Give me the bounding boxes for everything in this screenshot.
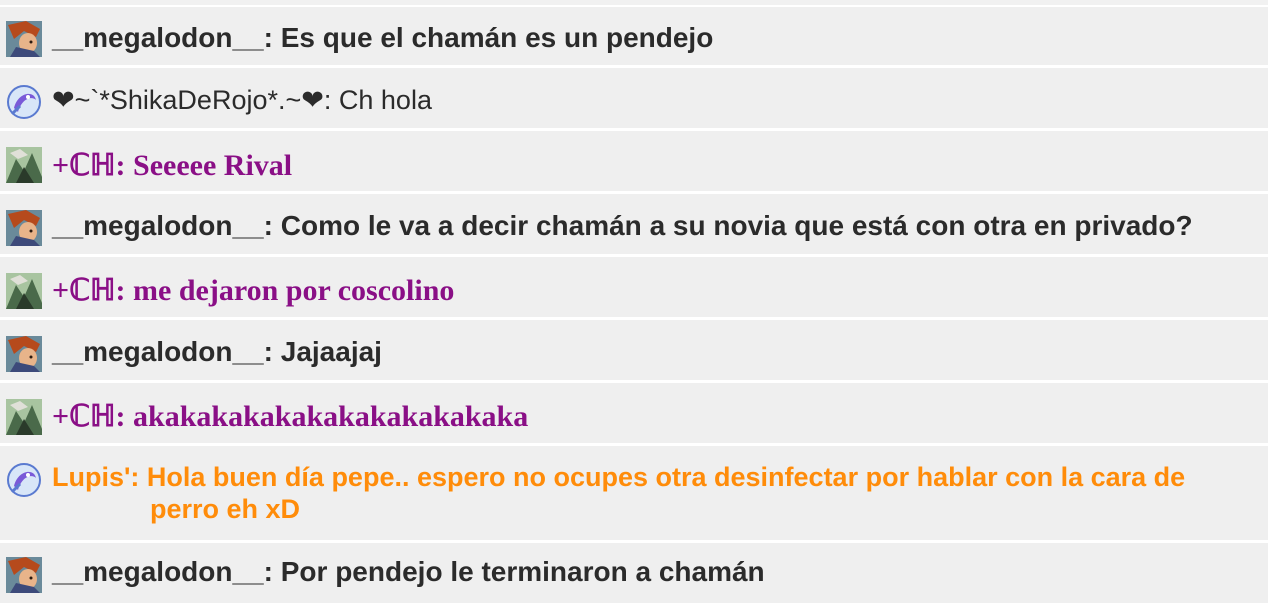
chat-message: __megalodon__: Es que el chamán es un pe… [0,7,1268,68]
chat-message: +ℂℍ: akakakakakakakakakakakaka [0,383,1268,446]
chat-message: ❤~`*ShikaDeRojo*.~❤: Ch hola [0,68,1268,131]
message-text: Ch hola [338,85,432,115]
message-text: me dejaron por coscolino [133,274,455,307]
message-text: Como le va a decir chamán a su novia que… [280,210,1193,241]
separator: : [115,149,134,182]
message-line: ❤~`*ShikaDeRojo*.~❤: Ch hola [52,85,1238,116]
separator: : [115,400,134,433]
bird-swirl-icon[interactable] [6,462,42,498]
username[interactable]: Lupis' [52,462,130,492]
message-line: +ℂℍ: me dejaron por coscolino [52,273,1238,308]
chat-message: +ℂℍ: me dejaron por coscolino [0,257,1268,320]
chat-message: +ℂℍ: Seeeee Rival [0,131,1268,194]
message-text: Por pendejo le terminaron a chamán [280,556,765,587]
bird-swirl-icon[interactable] [6,84,42,120]
separator: : [263,336,281,367]
warrior-avatar-icon[interactable] [6,21,42,57]
warrior-avatar-icon[interactable] [6,336,42,372]
message-line: __megalodon__: Por pendejo le terminaron… [52,556,1238,588]
username[interactable]: +ℂℍ [52,149,116,182]
username[interactable]: __megalodon__ [52,22,264,53]
message-line: __megalodon__: Es que el chamán es un pe… [52,22,1238,54]
message-text: Seeeee Rival [133,149,293,182]
chat-message: __megalodon__: Por pendejo le terminaron… [0,543,1268,603]
landscape-avatar-icon[interactable] [6,147,42,183]
username[interactable]: +ℂℍ [52,274,116,307]
separator: : [130,462,147,492]
warrior-avatar-icon[interactable] [6,557,42,593]
username[interactable]: __megalodon__ [52,556,264,587]
username[interactable]: __megalodon__ [52,210,264,241]
landscape-avatar-icon[interactable] [6,273,42,309]
message-text: Jajaajaj [280,336,382,367]
message-text: Hola buen día pepe.. espero no ocupes ot… [146,462,1186,524]
message-line: __megalodon__: Jajaajaj [52,336,1238,368]
message-line: +ℂℍ: Seeeee Rival [52,148,1238,183]
message-line: +ℂℍ: akakakakakakakakakakakaka [52,399,1238,434]
chat-message: Lupis': Hola buen día pepe.. espero no o… [0,446,1268,543]
username[interactable]: __megalodon__ [52,336,264,367]
message-line: Lupis': Hola buen día pepe.. espero no o… [52,461,1238,525]
message-text: akakakakakakakakakakakaka [133,400,529,433]
separator: : [263,556,281,587]
separator: : [263,22,281,53]
chat-message: __megalodon__: Jajaajaj [0,320,1268,383]
warrior-avatar-icon[interactable] [6,210,42,246]
username[interactable]: ❤~`*ShikaDeRojo*.~❤ [52,85,324,115]
top-divider [0,0,1268,7]
landscape-avatar-icon[interactable] [6,399,42,435]
chat-log: __megalodon__: Es que el chamán es un pe… [0,0,1268,603]
separator: : [323,85,339,115]
separator: : [263,210,281,241]
username[interactable]: +ℂℍ [52,400,116,433]
chat-message: __megalodon__: Como le va a decir chamán… [0,194,1268,257]
message-line: __megalodon__: Como le va a decir chamán… [52,210,1238,242]
message-text: Es que el chamán es un pendejo [280,22,714,53]
separator: : [115,274,134,307]
